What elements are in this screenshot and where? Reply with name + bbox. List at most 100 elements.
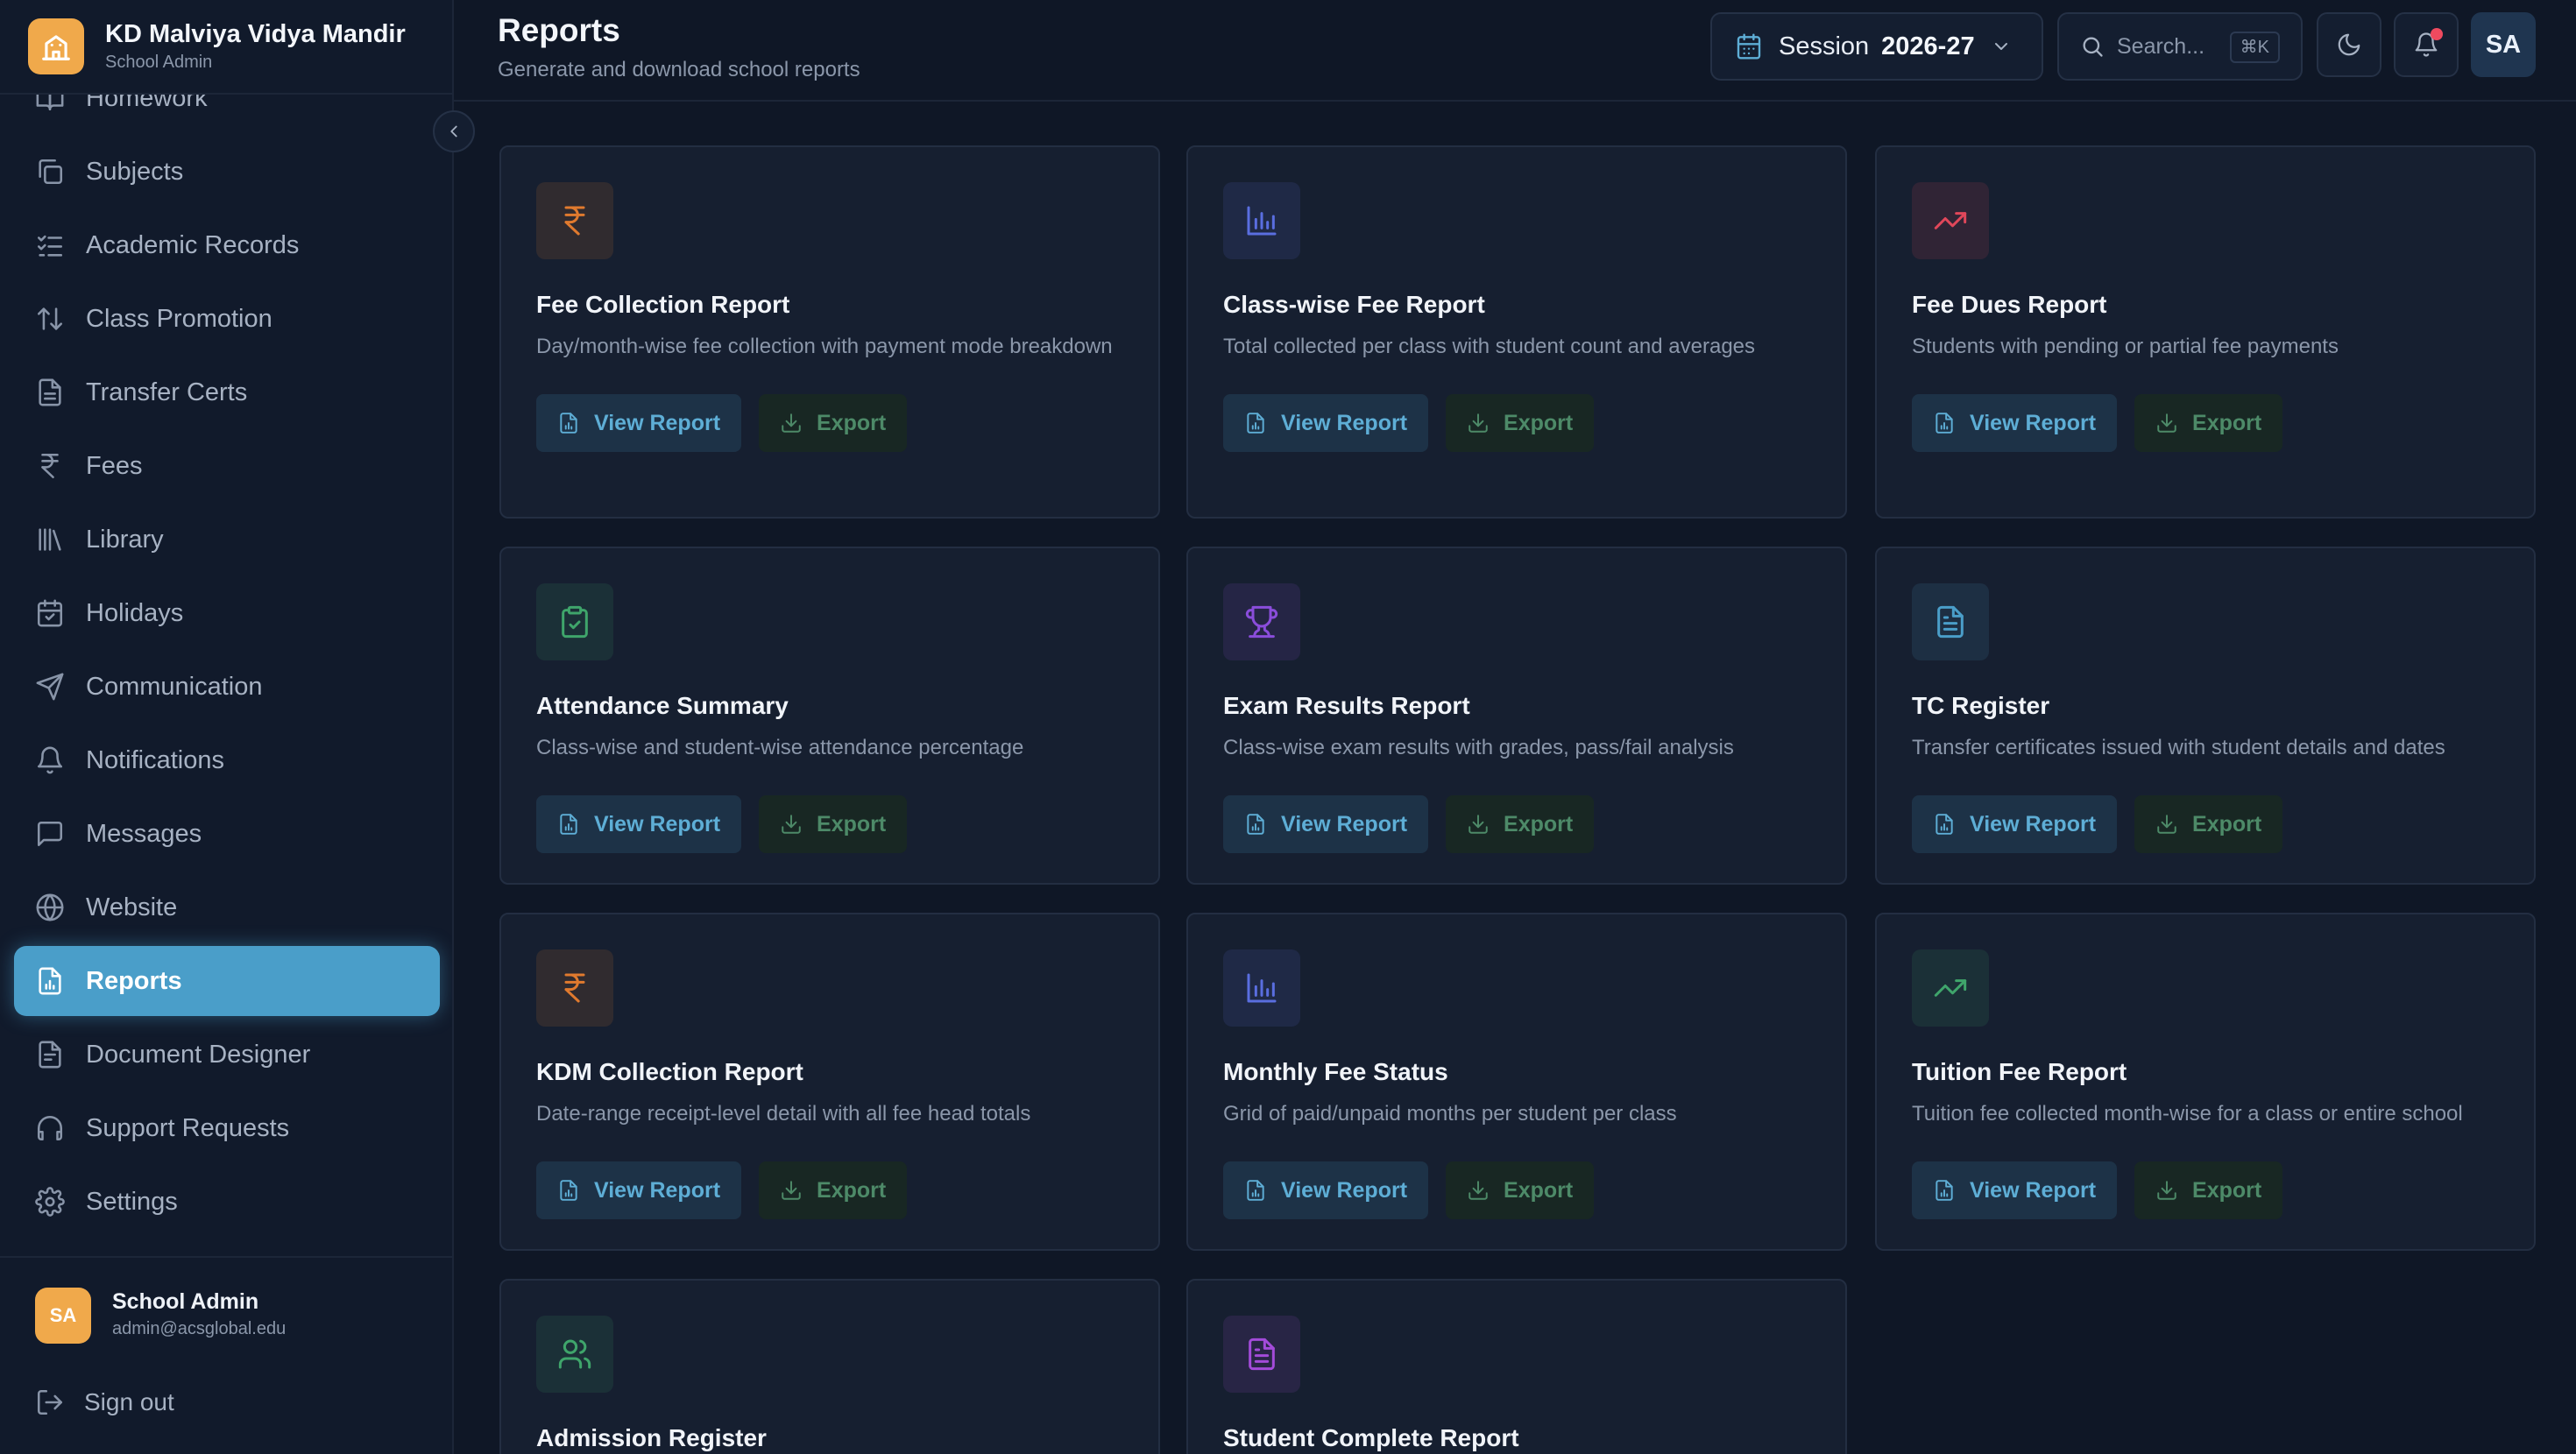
bar-chart-icon [1244,203,1279,238]
sidebar-item-label: Messages [86,819,202,848]
export-button[interactable]: Export [759,394,908,452]
collapse-sidebar-button[interactable] [433,110,475,152]
view-report-button[interactable]: View Report [536,394,742,452]
sidebar-item-messages[interactable]: Messages [14,799,440,869]
download-icon [780,1179,803,1202]
user-name: School Admin [112,1289,259,1314]
arrows-up-down-icon [35,304,65,334]
export-button[interactable]: Export [1446,394,1595,452]
page-subtitle: Generate and download school reports [498,58,860,81]
sidebar-item-label: Holidays [86,598,184,627]
report-card-exam-results-report: Exam Results Report Class-wise exam resul… [1186,547,1847,885]
download-icon [780,412,803,434]
session-selector[interactable]: Session 2026-27 [1710,12,2043,81]
view-report-button[interactable]: View Report [536,1161,742,1219]
report-icon-tile [536,182,613,259]
school-name: KD Malviya Vidya Mandir [105,20,406,48]
sidebar-item-holidays[interactable]: Holidays [14,578,440,648]
view-report-label: View Report [1970,811,2097,836]
school-logo-icon [28,18,84,74]
sidebar-item-label: Fees [86,451,143,480]
file-chart-icon [557,1179,580,1202]
calendar-icon [1735,32,1763,60]
export-button[interactable]: Export [2134,1161,2283,1219]
report-card-kdm-collection-report: KDM Collection Report Date-range receipt-… [499,913,1160,1251]
sidebar-item-communication[interactable]: Communication [14,652,440,722]
sidebar-item-label: Website [86,893,178,921]
export-button[interactable]: Export [1446,1161,1595,1219]
export-label: Export [2192,410,2262,435]
sidebar-item-label: Support Requests [86,1113,290,1142]
top-header: Reports Generate and download school rep… [454,0,2576,102]
export-button[interactable]: Export [2134,394,2283,452]
clipboard-check-icon [557,604,592,639]
export-label: Export [2192,811,2262,836]
trending-up-icon [1933,203,1968,238]
sidebar-item-support-requests[interactable]: Support Requests [14,1093,440,1163]
report-description: Students with pending or partial fee pay… [1912,335,2339,358]
users-icon [557,1337,592,1372]
sidebar-item-label: Academic Records [86,230,300,259]
list-check-icon [35,230,65,260]
file-chart-icon [557,412,580,434]
user-role: School Admin [105,53,213,72]
view-report-button[interactable]: View Report [1223,394,1429,452]
bell-icon [35,745,65,775]
file-text-icon [35,378,65,407]
export-button[interactable]: Export [759,1161,908,1219]
sidebar-item-label: Library [86,525,164,554]
sidebar-item-transfer-certs[interactable]: Transfer Certs [14,357,440,427]
report-icon-tile [1912,182,1989,259]
export-button[interactable]: Export [1446,795,1595,853]
report-card-tc-register: TC Register Transfer certificates issued … [1875,547,2536,885]
avatar[interactable]: SA [35,1288,91,1344]
view-report-button[interactable]: View Report [1912,394,2118,452]
sidebar-item-settings[interactable]: Settings [14,1167,440,1237]
report-icon-tile [536,949,613,1027]
report-card-tuition-fee-report: Tuition Fee Report Tuition fee collected … [1875,913,2536,1251]
view-report-button[interactable]: View Report [1912,1161,2118,1219]
report-card-monthly-fee-status: Monthly Fee Status Grid of paid/unpaid mo… [1186,913,1847,1251]
report-title: Admission Register [536,1424,767,1451]
sidebar-item-website[interactable]: Website [14,872,440,942]
sidebar-item-academic-records[interactable]: Academic Records [14,210,440,280]
user-avatar-button[interactable]: SA [2471,12,2536,77]
download-icon [2155,813,2178,836]
export-label: Export [817,1177,887,1203]
sign-out-button[interactable]: Sign out [35,1387,174,1417]
export-button[interactable]: Export [759,795,908,853]
download-icon [2155,1179,2178,1202]
sidebar-item-class-promotion[interactable]: Class Promotion [14,284,440,354]
sidebar-item-label: Transfer Certs [86,378,248,406]
sidebar-item-document-designer[interactable]: Document Designer [14,1020,440,1090]
sidebar-item-library[interactable]: Library [14,505,440,575]
sidebar-item-fees[interactable]: Fees [14,431,440,501]
report-title: Attendance Summary [536,692,789,719]
search-input[interactable]: Search... ⌘K [2057,12,2303,81]
search-shortcut: ⌘K [2229,32,2280,63]
chevron-left-icon [444,122,464,141]
view-report-button[interactable]: View Report [1912,795,2118,853]
trophy-icon [1244,604,1279,639]
sidebar-item-reports[interactable]: Reports [14,946,440,1016]
report-icon-tile [536,583,613,660]
sidebar-item-subjects[interactable]: Subjects [14,137,440,207]
sidebar-item-notifications[interactable]: Notifications [14,725,440,795]
report-description: Class-wise exam results with grades, pas… [1223,736,1734,759]
view-report-button[interactable]: View Report [1223,795,1429,853]
notifications-button[interactable] [2394,12,2459,77]
report-description: Transfer certificates issued with studen… [1912,736,2445,759]
download-icon [1467,412,1490,434]
report-title: Exam Results Report [1223,692,1470,719]
view-report-button[interactable]: View Report [536,795,742,853]
report-title: KDM Collection Report [536,1058,803,1085]
export-label: Export [1504,811,1574,836]
view-report-button[interactable]: View Report [1223,1161,1429,1219]
notification-badge [2431,28,2443,40]
theme-toggle-button[interactable] [2317,12,2381,77]
report-title: Fee Collection Report [536,291,790,318]
moon-icon [2336,32,2362,58]
file-chart-icon [1244,813,1267,836]
export-button[interactable]: Export [2134,795,2283,853]
file-text-icon [1244,1337,1279,1372]
